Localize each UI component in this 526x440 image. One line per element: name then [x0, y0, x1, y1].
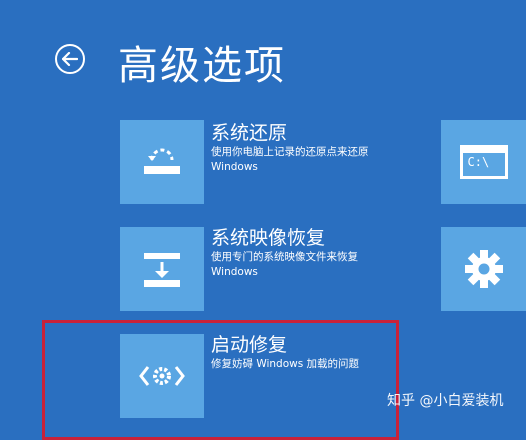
- system-image-recovery-tile[interactable]: [120, 227, 204, 311]
- system-restore-desc-windows: Windows: [211, 161, 258, 173]
- system-image-recovery-icon: [144, 253, 180, 287]
- system-image-recovery-desc: 使用专门的系统映像文件来恢复: [211, 251, 358, 263]
- system-restore-tile[interactable]: [120, 120, 204, 204]
- system-restore-title: 系统还原: [211, 122, 288, 144]
- command-prompt-text: C:\: [467, 155, 490, 169]
- system-restore-icon: [144, 148, 180, 174]
- highlight-frame: [42, 320, 399, 440]
- watermark: 知乎 @小白爱装机: [387, 393, 504, 409]
- system-restore-option[interactable]: 系统还原 使用你电脑上记录的还原点来还原 Windows: [211, 121, 369, 175]
- command-prompt-icon: C:\: [459, 145, 508, 179]
- startup-settings-tile[interactable]: [441, 227, 526, 311]
- command-prompt-tile[interactable]: C:\: [441, 120, 526, 204]
- system-image-recovery-option[interactable]: 系统映像恢复 使用专门的系统映像文件来恢复 Windows: [211, 226, 358, 280]
- system-image-recovery-title: 系统映像恢复: [211, 227, 326, 249]
- back-button[interactable]: [55, 44, 85, 74]
- page-title: 高级选项: [118, 43, 286, 89]
- system-image-recovery-desc-windows: Windows: [211, 266, 258, 278]
- system-restore-desc: 使用你电脑上记录的还原点来还原: [211, 146, 369, 158]
- gear-icon: [464, 250, 503, 288]
- back-arrow-icon: [62, 52, 78, 66]
